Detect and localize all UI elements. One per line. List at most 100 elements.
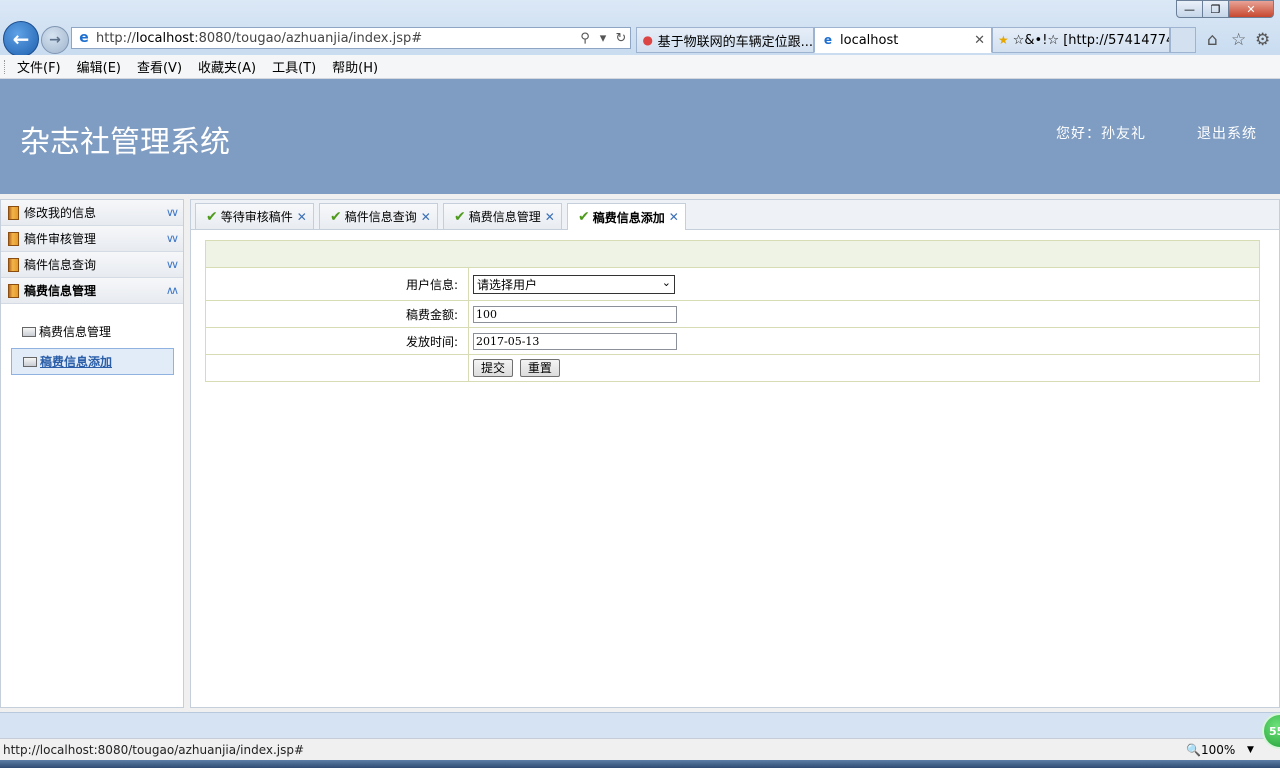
user-select[interactable]: 请选择用户 ⌄ (473, 274, 675, 294)
actions-label-cell (205, 354, 469, 382)
minimize-button[interactable]: — (1176, 0, 1203, 18)
menu-view[interactable]: 查看(V) (129, 57, 190, 76)
close-tab-icon[interactable]: ✕ (297, 210, 307, 224)
favorites-star-icon[interactable]: ☆ (1231, 30, 1246, 50)
sidebar-section-body: 稿费信息管理 稿费信息添加 (1, 304, 183, 375)
app-title: 杂志社管理系统 (20, 125, 230, 160)
sidebar-section-fee[interactable]: 稿费信息管理 ∧∧ (1, 278, 183, 304)
close-icon: ✕ (1246, 2, 1256, 16)
submit-button[interactable]: 提交 (473, 359, 514, 377)
chevron-double-up-icon: ∧∧ (165, 284, 179, 297)
status-url: http://localhost:8080/tougao/azhuanjia/i… (3, 743, 305, 757)
id-card-icon (23, 356, 37, 367)
user-label: 用户信息: (205, 267, 469, 301)
sidebar-section-my-info[interactable]: 修改我的信息 ∨∨ (1, 200, 183, 226)
forward-button[interactable]: → (41, 26, 69, 54)
refresh-icon[interactable]: ↻ (612, 31, 630, 46)
sidebar-item-fee-add[interactable]: 稿费信息添加 (11, 348, 174, 375)
date-input[interactable]: 2017-05-13 (473, 332, 677, 350)
browser-tab-1[interactable]: ● 基于物联网的车辆定位跟... (636, 27, 814, 53)
form-row-actions: 提交 重置 (205, 354, 1260, 382)
browser-tab-2[interactable]: e localhost ✕ (814, 27, 992, 53)
browser-tab-3[interactable]: ★ ☆&•!☆ [http://57414774... (992, 27, 1170, 53)
sidebar-section-review[interactable]: 稿件审核管理 ∨∨ (1, 226, 183, 252)
sidebar-section-label: 修改我的信息 (24, 206, 97, 220)
zoom-level[interactable]: 🔍100% (1186, 743, 1235, 757)
tab-label: 稿费信息添加 (592, 210, 665, 225)
chevron-double-down-icon: ∨∨ (165, 206, 179, 219)
search-icon[interactable]: ⚲ (576, 31, 594, 46)
chevron-double-down-icon: ∨∨ (165, 232, 179, 245)
tab-fee-add[interactable]: ✔ 稿费信息添加 ✕ (567, 203, 686, 230)
form-row-user: 用户信息: 请选择用户 ⌄ (205, 267, 1260, 301)
close-tab-icon[interactable]: ✕ (974, 33, 985, 48)
fee-add-form: 用户信息: 请选择用户 ⌄ 稿费金额: 100 发放时间: 2017-05-13 (205, 240, 1260, 382)
tab-label: 稿费信息管理 (468, 210, 541, 224)
arrow-left-icon: ← (12, 27, 30, 51)
address-text[interactable]: http://localhost:8080/tougao/azhuanjia/i… (96, 31, 576, 46)
checkmark-icon: ✔ (454, 208, 466, 225)
book-icon (8, 231, 19, 246)
sidebar-section-query[interactable]: 稿件信息查询 ∨∨ (1, 252, 183, 278)
logout-link[interactable]: 退出系统 (1197, 123, 1257, 143)
user-greeting: 您好：孙友礼 (1056, 123, 1146, 143)
reset-button[interactable]: 重置 (519, 359, 560, 377)
browser-chrome: ← → e http://localhost:8080/tougao/azhua… (0, 0, 1280, 57)
menu-bar: 文件(F) 编辑(E) 查看(V) 收藏夹(A) 工具(T) 帮助(H) (0, 55, 1280, 79)
tab-label: 等待审核稿件 (220, 210, 293, 224)
gear-icon[interactable]: ⚙ (1255, 30, 1270, 50)
browser-tab-label: 基于物联网的车辆定位跟... (657, 34, 813, 50)
ie-icon: e (79, 30, 89, 46)
ie-icon: e (823, 33, 833, 47)
checkmark-icon: ✔ (330, 208, 342, 225)
tab-pending-review[interactable]: ✔ 等待审核稿件 ✕ (195, 203, 314, 229)
close-window-button[interactable]: ✕ (1228, 0, 1274, 18)
greeting-prefix: 您好： (1056, 126, 1101, 142)
tab-manuscript-query[interactable]: ✔ 稿件信息查询 ✕ (319, 203, 438, 229)
star-icon: ★ (998, 33, 1009, 47)
new-tab-button[interactable] (1170, 27, 1196, 53)
home-icon[interactable]: ⌂ (1207, 30, 1218, 50)
restore-button[interactable]: ❐ (1202, 0, 1229, 18)
menu-favorites[interactable]: 收藏夹(A) (190, 57, 264, 76)
user-cell: 请选择用户 ⌄ (468, 267, 1260, 301)
menu-tools[interactable]: 工具(T) (264, 57, 324, 76)
menu-help[interactable]: 帮助(H) (324, 57, 386, 76)
restore-icon: ❐ (1210, 2, 1221, 16)
back-button[interactable]: ← (3, 21, 39, 57)
browser-tab-label: localhost (840, 32, 899, 48)
close-tab-icon[interactable]: ✕ (421, 210, 431, 224)
form-header-row (205, 240, 1260, 268)
arrow-right-icon: → (49, 32, 61, 48)
amount-label: 稿费金额: (205, 300, 469, 328)
menu-file[interactable]: 文件(F) (9, 57, 69, 76)
address-prefix: http:// (96, 30, 136, 46)
panel-footer (0, 712, 1280, 739)
sidebar: 修改我的信息 ∨∨ 稿件审核管理 ∨∨ 稿件信息查询 ∨∨ 稿费信息管理 ∧∧ … (0, 199, 184, 708)
address-domain: localhost (135, 30, 195, 46)
sidebar-item-fee-manage[interactable]: 稿费信息管理 (11, 318, 174, 345)
menu-edit[interactable]: 编辑(E) (69, 57, 129, 76)
close-tab-icon[interactable]: ✕ (669, 210, 679, 224)
chevron-down-icon: ⌄ (661, 275, 671, 289)
dropdown-arrow-icon[interactable]: ▾ (594, 31, 612, 46)
date-cell: 2017-05-13 (468, 327, 1260, 355)
chrome-icon: ● (642, 33, 654, 47)
tab-label: 稿件信息查询 (344, 210, 417, 224)
actions-cell: 提交 重置 (468, 354, 1260, 382)
zoom-icon: 🔍 (1186, 743, 1201, 757)
sidebar-item-label: 稿费信息添加 (40, 355, 113, 369)
sidebar-section-label: 稿费信息管理 (24, 284, 97, 298)
address-bar[interactable]: e http://localhost:8080/tougao/azhuanjia… (71, 27, 631, 49)
tab-fee-manage[interactable]: ✔ 稿费信息管理 ✕ (443, 203, 562, 229)
minimize-icon: — (1184, 2, 1195, 16)
date-label: 发放时间: (205, 327, 469, 355)
amount-input[interactable]: 100 (473, 305, 677, 323)
sidebar-section-label: 稿件审核管理 (24, 232, 97, 246)
user-name: 孙友礼 (1101, 126, 1146, 142)
zoom-dropdown-icon[interactable]: ▼ (1247, 745, 1254, 755)
id-card-icon (22, 326, 36, 337)
checkmark-icon: ✔ (206, 208, 218, 225)
checkmark-icon: ✔ (578, 209, 590, 225)
close-tab-icon[interactable]: ✕ (545, 210, 555, 224)
